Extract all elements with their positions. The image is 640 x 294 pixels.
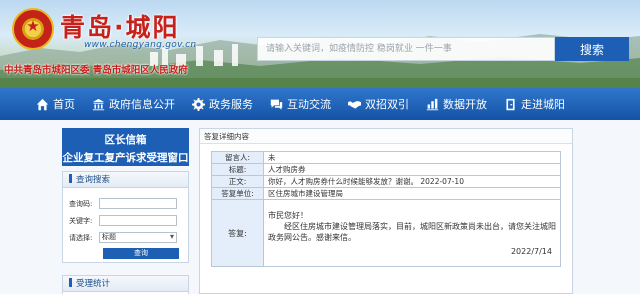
query-button[interactable]: 查询 (103, 248, 179, 259)
query-panel-title: 查询搜索 (63, 172, 188, 188)
query-code-input[interactable] (99, 198, 177, 209)
nav-label: 走进城阳 (521, 98, 565, 111)
reply-date: 2022/7/14 (510, 247, 552, 256)
stats-title-text: 受理统计 (76, 279, 111, 289)
choice-label: 请选择: (69, 233, 93, 242)
chart-icon (426, 98, 439, 110)
nav-label: 政府信息公开 (109, 98, 175, 111)
nav-label: 数据开放 (443, 98, 487, 111)
body-label: 正文: (211, 175, 264, 188)
nav-item-investment[interactable]: 双招双引 (348, 96, 409, 112)
reply-body: 经区住房城市建设管理局落实，目前，城阳区新政策尚未出台，请您关注城阳政务网公告。… (268, 222, 556, 242)
subject-label: 标题: (211, 163, 264, 176)
reply-text: 市民您好！ 经区住房城市建设管理局落实，目前，城阳区新政策尚未出台，请您关注城阳… (268, 210, 556, 243)
table-row: 留言人: 未 (211, 151, 561, 164)
table-row: 答复单位: 区住房城市建设管理局 (211, 187, 561, 200)
detail-title: 答复详细内容 (200, 129, 572, 144)
subject-value: 人才购房券 (263, 163, 561, 176)
nav-item-services[interactable]: 政务服务 (192, 96, 253, 112)
query-code-row: 查询码: (63, 196, 188, 211)
handshake-icon (348, 100, 361, 109)
unit-label: 答复单位: (211, 187, 264, 200)
table-row: 答复: 市民您好！ 经区住房城市建设管理局落实，目前，城阳区新政策尚未出台，请您… (211, 199, 561, 267)
table-row: 正文: 你好，人才购房券什么时候能够发放？谢谢。 2022-07-10 (211, 175, 561, 188)
query-panel: 查询搜索 查询码: 关键字: 请选择: 标题 查询 (62, 171, 189, 263)
reply-detail-panel: 答复详细内容 留言人: 未 标题: 人才购房券 正文: 你好，人才购房券什么时候… (199, 128, 573, 294)
table-row: 标题: 人才购房券 (211, 163, 561, 176)
sender-value: 未 (263, 151, 561, 164)
mailbox-header: 区长信箱 企业复工复产诉求受理窗口 (62, 128, 189, 166)
nav-item-home[interactable]: 首页 (36, 96, 75, 112)
body-value: 你好，人才购房券什么时候能够发放？谢谢。 2022-07-10 (263, 175, 561, 188)
building-icon (92, 98, 105, 110)
keyword-row: 关键字: (63, 213, 188, 228)
site-url: www.chengyang.gov.cn (84, 40, 197, 50)
stats-panel: 受理统计 (62, 275, 189, 294)
nav-label: 首页 (53, 98, 75, 111)
query-code-label: 查询码: (69, 199, 93, 208)
header-banner: ★ 青岛·城阳 www.chengyang.gov.cn 中共青岛市城阳区委 青… (0, 0, 640, 88)
mailbox-subtitle: 企业复工复产诉求受理窗口 (62, 152, 189, 164)
mailbox-title: 区长信箱 (104, 134, 147, 146)
reply-cell: 市民您好！ 经区住房城市建设管理局落实，目前，城阳区新政策尚未出台，请您关注城阳… (263, 199, 561, 267)
home-icon (36, 98, 49, 110)
title-bar-marker (69, 278, 72, 287)
chat-icon (270, 99, 283, 110)
reply-greeting: 市民您好！ (268, 211, 308, 220)
site-title: 青岛·城阳 (60, 13, 180, 42)
sender-label: 留言人: (211, 151, 264, 164)
main-nav: 首页 政府信息公开 政务服务 互动交流 双招双引 数据开放 走进城阳 (0, 88, 640, 120)
search-input[interactable]: 请输入关键词，如疫情防控 稳岗就业 一件一事 (257, 37, 555, 61)
nav-item-open-data[interactable]: 数据开放 (426, 96, 487, 112)
title-bar-marker (69, 174, 72, 183)
nav-item-about[interactable]: 走进城阳 (504, 96, 565, 112)
nav-item-gov-info[interactable]: 政府信息公开 (92, 96, 175, 112)
door-icon (506, 98, 515, 110)
choice-row: 请选择: 标题 (63, 230, 188, 245)
reply-detail-table: 留言人: 未 标题: 人才购房券 正文: 你好，人才购房券什么时候能够发放？谢谢… (211, 151, 561, 267)
nav-label: 双招双引 (365, 98, 409, 111)
keyword-label: 关键字: (69, 216, 93, 225)
keyword-input[interactable] (99, 215, 177, 226)
site-slogan: 中共青岛市城阳区委 青岛市城阳区人民政府 (4, 65, 188, 76)
search-button[interactable]: 搜索 (555, 37, 629, 61)
nav-label: 互动交流 (287, 98, 331, 111)
choice-select[interactable]: 标题 (99, 232, 177, 243)
nav-label: 政务服务 (209, 98, 253, 111)
reply-label: 答复: (211, 199, 264, 267)
national-emblem-icon: ★ (12, 8, 54, 50)
stats-panel-title: 受理统计 (63, 276, 188, 292)
gear-icon (192, 97, 205, 111)
nav-item-interaction[interactable]: 互动交流 (270, 96, 331, 112)
unit-value: 区住房城市建设管理局 (263, 187, 561, 200)
query-title-text: 查询搜索 (76, 175, 111, 185)
